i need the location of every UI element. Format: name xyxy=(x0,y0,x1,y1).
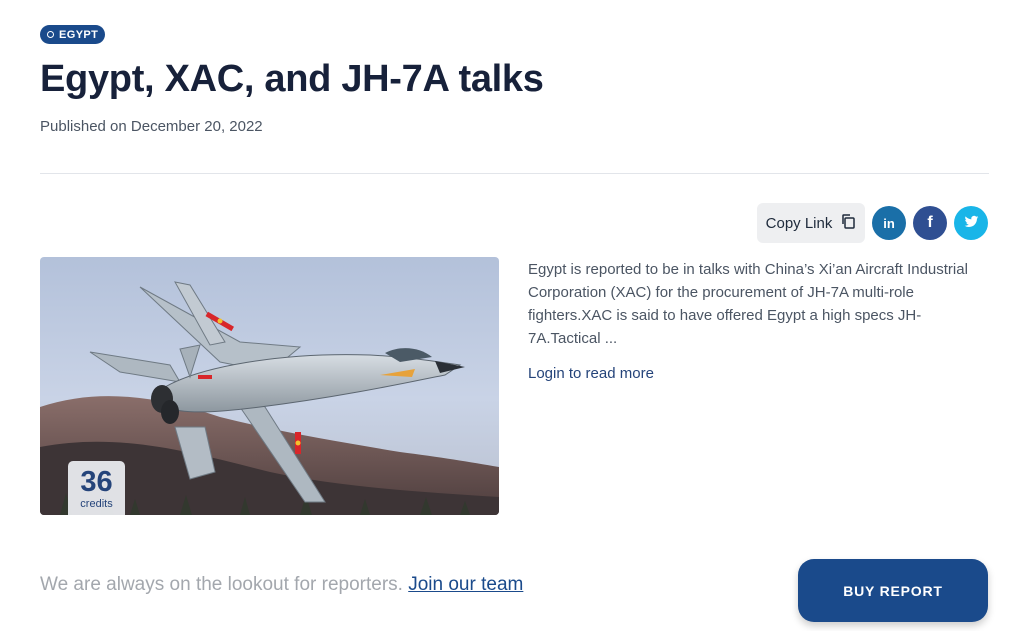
copy-link-label: Copy Link xyxy=(765,214,833,232)
category-tag[interactable]: EGYPT xyxy=(40,25,106,44)
buy-report-button[interactable]: BUY REPORT xyxy=(798,559,988,622)
copy-icon xyxy=(840,213,856,233)
copy-link-button[interactable]: Copy Link xyxy=(757,203,865,243)
facebook-share-button[interactable]: f xyxy=(913,206,947,240)
linkedin-icon: in xyxy=(883,215,895,231)
linkedin-share-button[interactable]: in xyxy=(872,206,906,240)
twitter-icon xyxy=(964,214,979,232)
circle-icon xyxy=(47,31,54,38)
category-tag-label: EGYPT xyxy=(59,28,99,41)
facebook-icon: f xyxy=(927,214,933,231)
divider xyxy=(40,173,989,174)
credits-badge: 36 credits xyxy=(68,461,125,515)
article-title: Egypt, XAC, and JH-7A talks xyxy=(40,58,544,100)
login-to-read-more-link[interactable]: Login to read more xyxy=(528,365,654,382)
recruitment-note: We are always on the lookout for reporte… xyxy=(40,574,523,596)
credits-value: 36 xyxy=(80,466,113,498)
published-date: Published on December 20, 2022 xyxy=(40,118,263,135)
recruitment-text: We are always on the lookout for reporte… xyxy=(40,574,403,595)
join-our-team-link[interactable]: Join our team xyxy=(408,574,523,595)
twitter-share-button[interactable] xyxy=(954,206,988,240)
credits-label: credits xyxy=(80,498,113,510)
article-excerpt: Egypt is reported to be in talks with Ch… xyxy=(528,261,968,347)
